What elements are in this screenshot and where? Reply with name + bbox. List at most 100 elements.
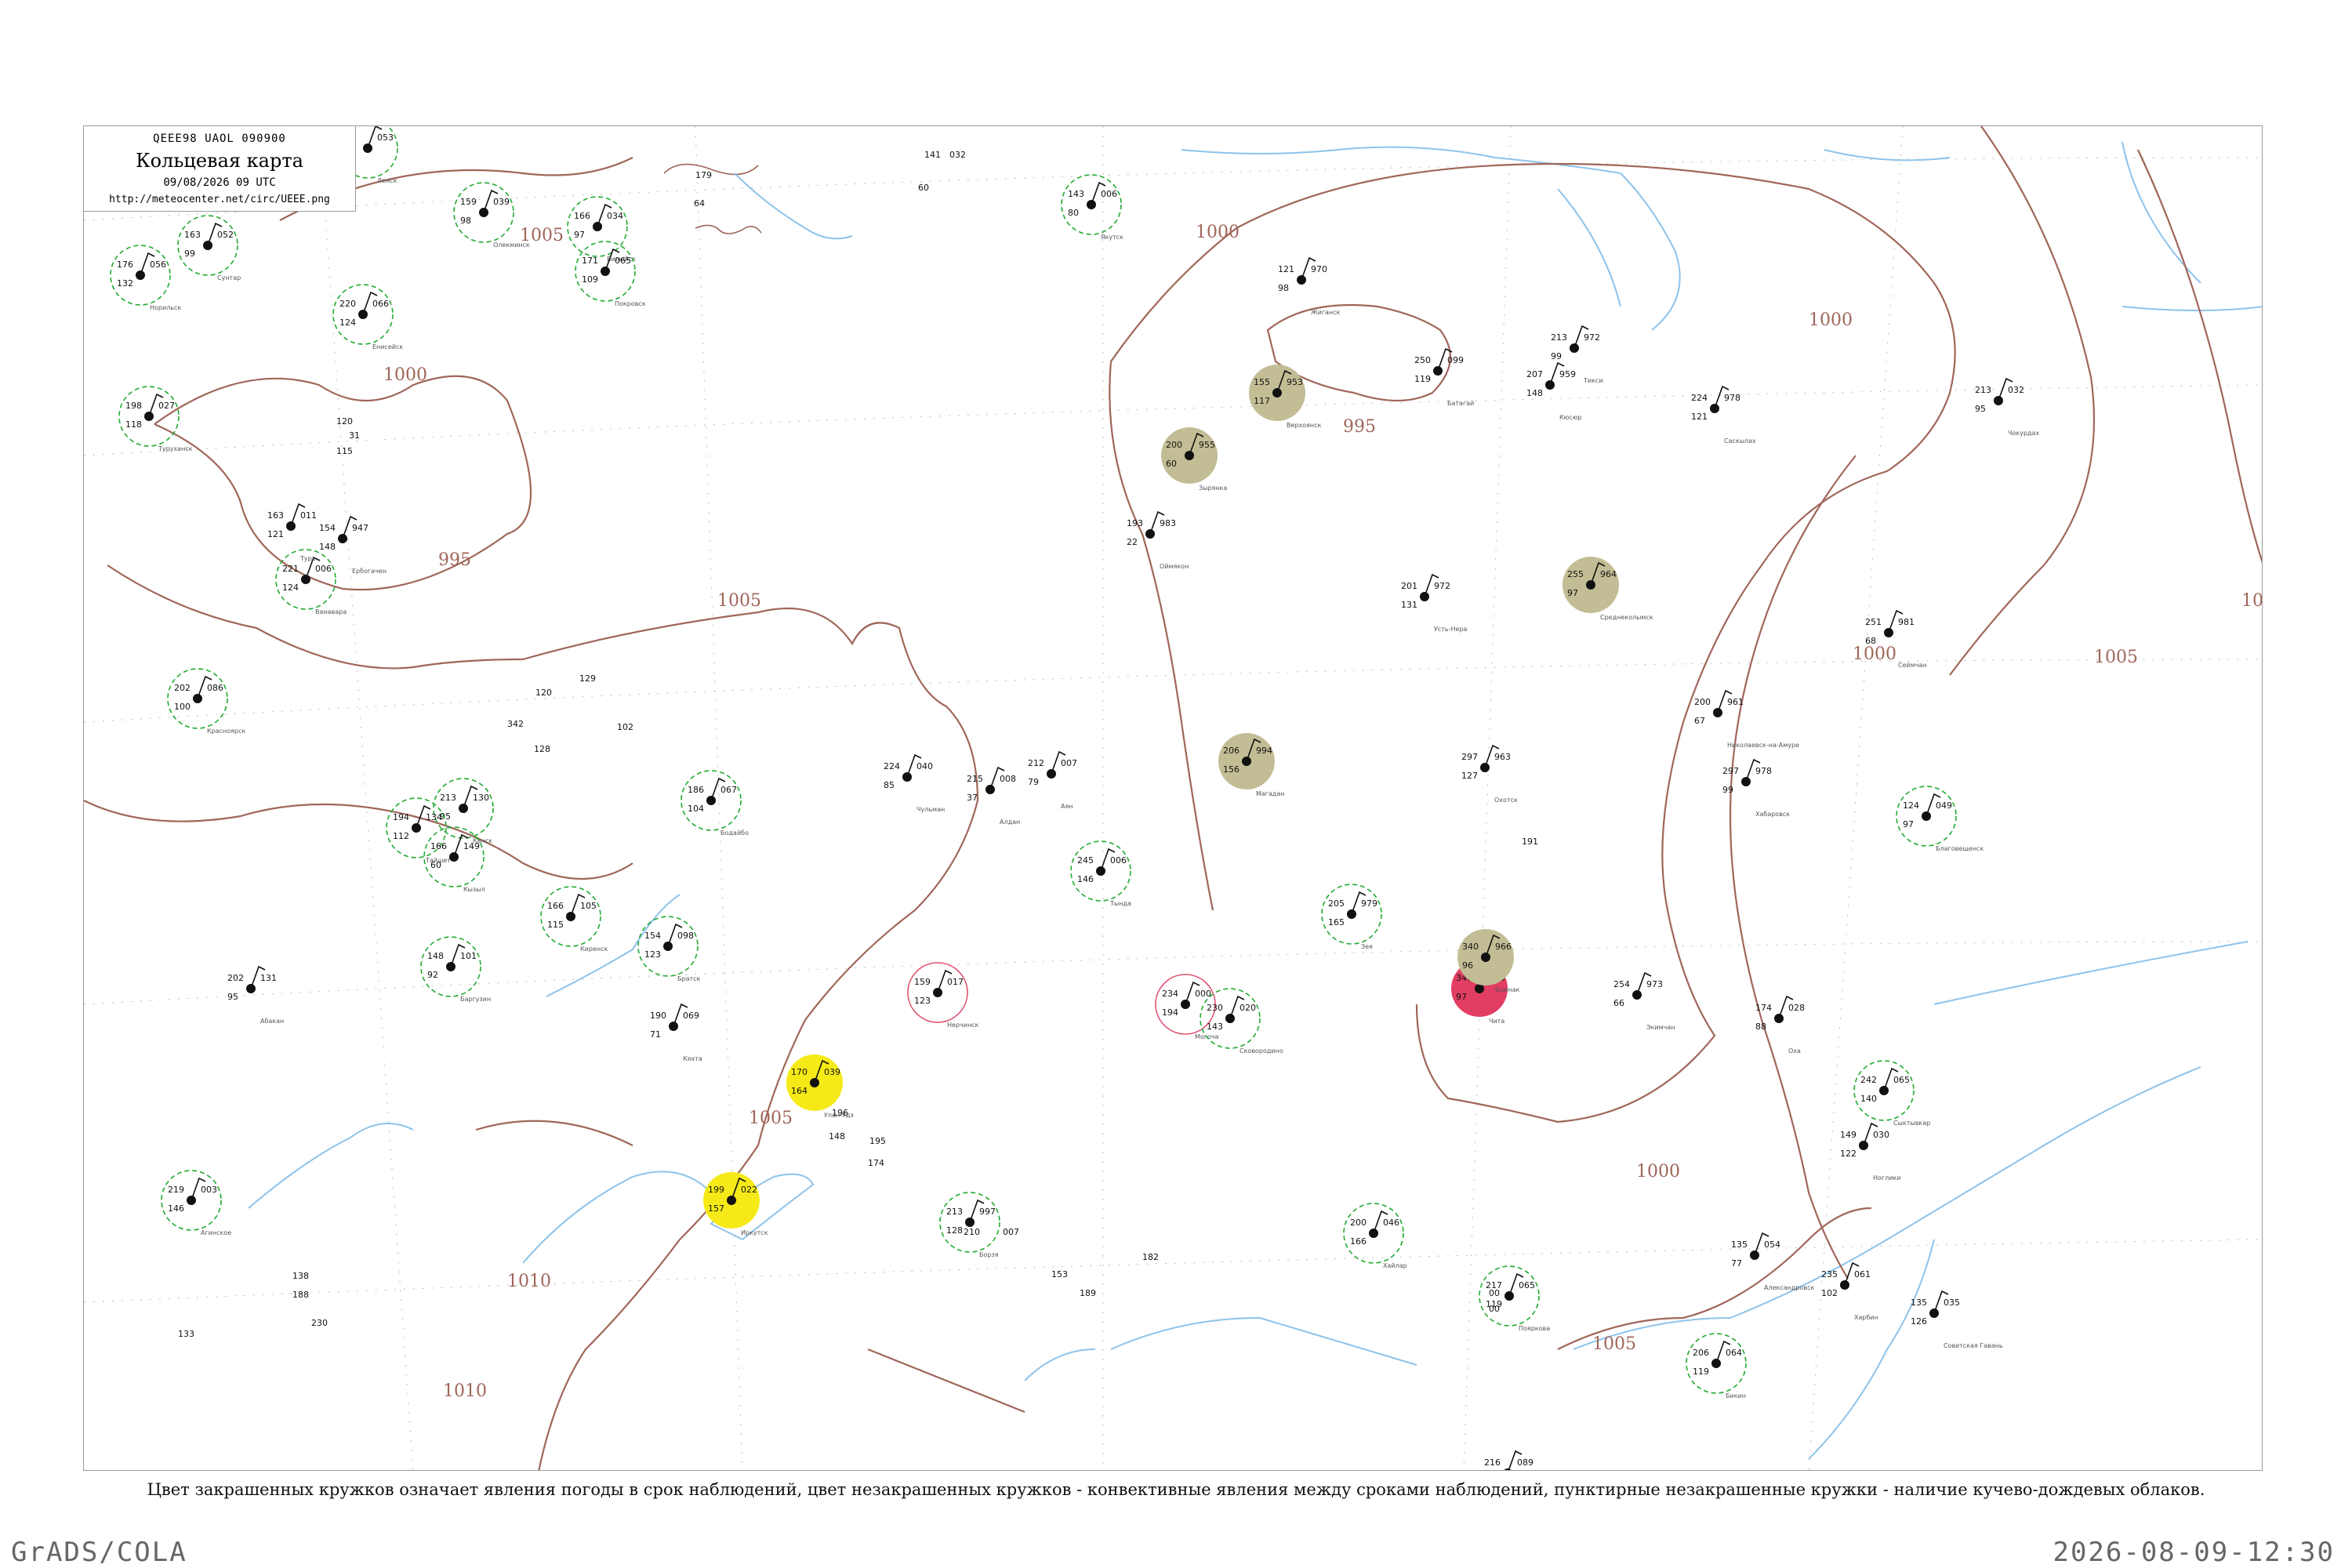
station-pressure: 006 <box>315 564 332 574</box>
station-dewpoint: 126 <box>1911 1316 1927 1327</box>
station-name: Киренск <box>580 946 608 953</box>
station-name: Братск <box>677 975 701 982</box>
station-dewpoint: 92 <box>427 970 438 980</box>
station-temperature: 251 <box>1865 617 1882 627</box>
station-pressure: 034 <box>607 211 623 221</box>
station-name: Чокурдах <box>2008 430 2039 437</box>
station-name: Алдан <box>1000 818 1020 826</box>
station-dewpoint: 95 <box>1975 404 1986 414</box>
station-pressure: 056 <box>150 260 166 270</box>
station-pressure: 947 <box>352 523 368 533</box>
map-datetime: 09/08/2026 09 UTC <box>163 176 276 189</box>
station-dewpoint: 165 <box>1328 917 1345 927</box>
station-pressure: 065 <box>1519 1280 1535 1290</box>
station-name: Зырянка <box>1199 485 1227 492</box>
station-name: Кюсюр <box>1559 414 1582 421</box>
station-dewpoint: 95 <box>227 992 238 1002</box>
isobar-labels: 1005 1000 995 1005 1005 1010 1010 1000 9… <box>383 223 2262 1401</box>
loose-value: 00 <box>1489 1304 1500 1314</box>
isobar-label: 1000 <box>1809 310 1853 330</box>
station-dewpoint: 79 <box>1028 777 1039 787</box>
station-name: Борзя <box>979 1251 999 1258</box>
station-plot: 121 970 98 Жиганск <box>1278 256 1341 316</box>
station-plot: 148 101 92 Баргузин <box>420 936 491 1003</box>
station-name: Хайлар <box>1383 1262 1407 1269</box>
station-pressure: 006 <box>1101 189 1117 199</box>
cloud-cover-symbol <box>1504 1468 1512 1470</box>
station-dewpoint: 97 <box>1456 992 1467 1002</box>
station-pressure: 981 <box>1898 617 1915 627</box>
station-pressure: 978 <box>1755 766 1772 776</box>
station-pressure: 970 <box>1311 264 1327 274</box>
loose-value: 102 <box>617 722 633 732</box>
station-name: Нерчинск <box>947 1022 979 1029</box>
station-name: Кызыл <box>463 886 485 893</box>
station-temperature: 213 <box>1551 332 1567 343</box>
isobar-label: 995 <box>438 550 471 570</box>
map-source-url[interactable]: http://meteocenter.net/circ/UEEE.png <box>84 194 355 205</box>
station-plot: 166 03497Вилюйск <box>567 196 636 263</box>
station-temperature: 186 <box>688 785 704 795</box>
station-name: Енисейск <box>372 343 403 350</box>
station-name: Сеймчан <box>1898 662 1927 669</box>
loose-value: 007 <box>1003 1227 1019 1237</box>
station-plot: 174 028 88 Оха <box>1755 995 1805 1054</box>
loose-value: 179 <box>695 170 712 180</box>
station-name: Харбин <box>1854 1314 1878 1321</box>
station-temperature: 155 <box>1254 377 1270 387</box>
station-dewpoint: 115 <box>547 920 564 930</box>
station-name: Баргузин <box>460 996 491 1003</box>
station-temperature: 202 <box>227 973 244 983</box>
station-name: Жиганск <box>1311 309 1341 316</box>
station-markers: 1505397Ленск15903998Олекминск16305299Сун… <box>110 126 2039 1470</box>
loose-value: 342 <box>507 719 524 729</box>
station-name: Экимчан <box>1646 1024 1675 1031</box>
station-dewpoint: 80 <box>1068 208 1079 218</box>
station-plot: 213 032 95 Чокурдах <box>1975 377 2039 437</box>
station-plot: 135 054 77 Александровск <box>1731 1232 1814 1291</box>
station-temperature: 207 <box>1526 369 1543 379</box>
station-pressure: 963 <box>1494 752 1511 762</box>
station-dewpoint: 96 <box>1462 960 1473 971</box>
software-credit: GrADS/COLA <box>11 1537 187 1568</box>
station-plot: 215 008 37 Алдан <box>967 766 1020 826</box>
station-dewpoint: 132 <box>117 278 133 289</box>
station-dewpoint: 128 <box>946 1225 963 1236</box>
station-pressure: 065 <box>615 256 631 266</box>
station-temperature: 174 <box>1755 1003 1772 1013</box>
station-temperature: 221 <box>282 564 299 574</box>
station-pressure: 003 <box>201 1185 217 1195</box>
station-pressure: 098 <box>677 931 694 941</box>
station-temperature: 212 <box>1028 758 1044 768</box>
station-pressure: 964 <box>1600 569 1617 579</box>
loose-values: 179 64 141 032 60 120 31 115 129 120 342 102 128 191 1… <box>178 150 1538 1339</box>
station-name: Ербогачен <box>352 568 387 575</box>
isobar-label: 1000 <box>1196 223 1240 242</box>
station-plot: 176 056 132 Норильск <box>110 245 181 311</box>
station-pressure: 983 <box>1160 518 1176 528</box>
station-dewpoint: 146 <box>1077 874 1094 884</box>
station-name: Александровск <box>1764 1284 1814 1291</box>
station-dewpoint: 22 <box>1127 537 1138 547</box>
station-dewpoint: 164 <box>791 1086 808 1096</box>
map-title: Кольцевая карта <box>136 150 303 172</box>
loose-value: 141 <box>924 150 941 160</box>
station-temperature: 230 <box>1207 1003 1223 1013</box>
loose-value: 00 <box>1489 1288 1500 1298</box>
station-dewpoint: 124 <box>339 318 356 328</box>
station-pressure: 006 <box>1110 855 1127 866</box>
station-dewpoint: 88 <box>1755 1022 1766 1032</box>
station-dewpoint: 68 <box>1865 636 1876 646</box>
station-pressure: 011 <box>300 510 317 521</box>
station-pressure: 035 <box>1944 1298 1960 1308</box>
loose-value: 148 <box>829 1131 845 1142</box>
station-plot: 124 049 97 Благовещенск <box>1896 786 1984 852</box>
station-plot: 186 067 104 Бодайбо <box>681 770 749 837</box>
station-name: Туруханск <box>158 445 193 452</box>
loose-value: 120 <box>336 416 353 426</box>
station-dewpoint: 102 <box>1821 1288 1838 1298</box>
station-plot: 171 065 109 Покровск <box>575 241 646 307</box>
station-temperature: 215 <box>967 774 983 784</box>
station-name: Кяхта <box>683 1055 702 1062</box>
station-temperature: 254 <box>1613 979 1630 989</box>
